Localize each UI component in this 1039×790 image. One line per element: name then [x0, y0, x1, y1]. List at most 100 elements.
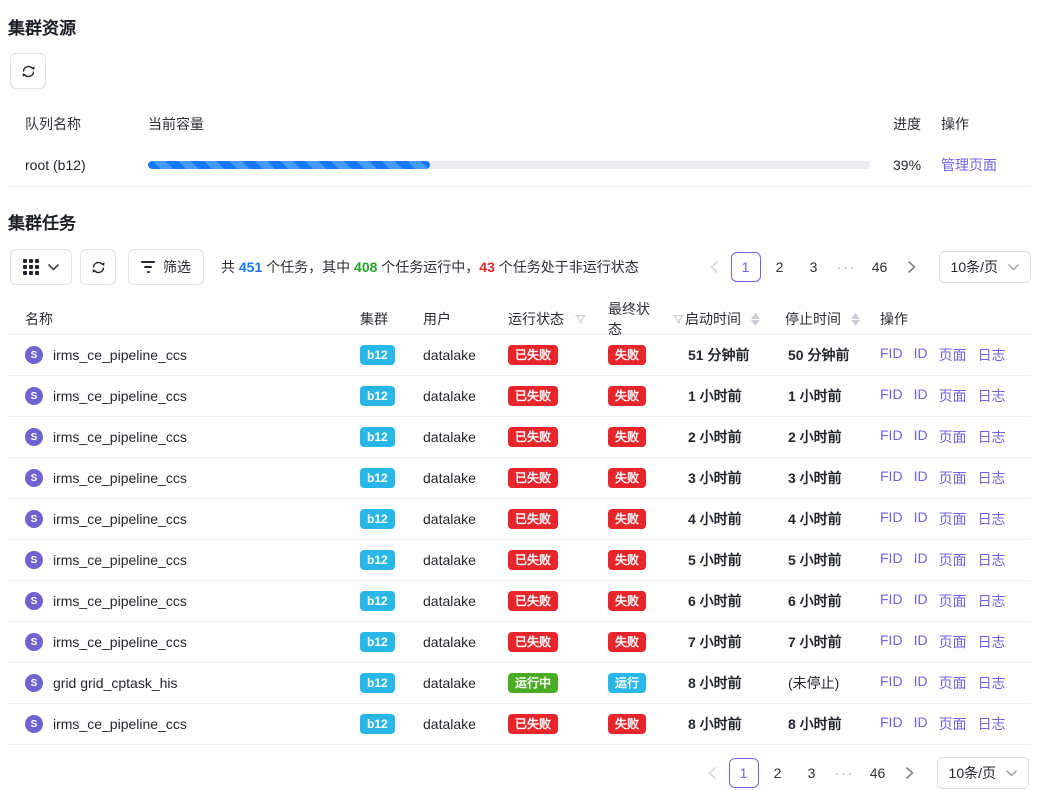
id-link[interactable]: ID — [914, 591, 928, 611]
log-link[interactable]: 日志 — [978, 550, 1006, 570]
fid-link[interactable]: FID — [880, 550, 903, 570]
log-link[interactable]: 日志 — [978, 673, 1006, 693]
run-status-badge: 已失败 — [508, 386, 558, 406]
filter-funnel-icon[interactable] — [574, 313, 587, 326]
log-link[interactable]: 日志 — [978, 468, 1006, 488]
run-status-badge: 已失败 — [508, 550, 558, 570]
id-link[interactable]: ID — [914, 714, 928, 734]
page-ellipsis[interactable]: ··· — [833, 259, 861, 275]
log-link[interactable]: 日志 — [978, 345, 1006, 365]
page-button-3[interactable]: 3 — [797, 758, 827, 788]
page-ellipsis[interactable]: ··· — [831, 765, 859, 781]
fid-link[interactable]: FID — [880, 345, 903, 365]
fid-link[interactable]: FID — [880, 591, 903, 611]
table-row: S irms_ce_pipeline_ccs b12 datalake 已失败 … — [8, 458, 1031, 499]
col-actions: 操作 — [941, 114, 1031, 134]
log-link[interactable]: 日志 — [978, 427, 1006, 447]
fid-link[interactable]: FID — [880, 386, 903, 406]
id-link[interactable]: ID — [914, 550, 928, 570]
final-status-badge: 失败 — [608, 386, 646, 406]
start-time: 3 小时前 — [685, 468, 785, 488]
fid-link[interactable]: FID — [880, 673, 903, 693]
row-actions: FID ID 页面 日志 — [880, 509, 1031, 529]
next-page-button[interactable] — [899, 252, 925, 282]
fid-link[interactable]: FID — [880, 509, 903, 529]
page-button-2[interactable]: 2 — [765, 252, 795, 282]
table-row: S irms_ce_pipeline_ccs b12 datalake 已失败 … — [8, 540, 1031, 581]
page-link[interactable]: 页面 — [939, 345, 967, 365]
fid-link[interactable]: FID — [880, 427, 903, 447]
final-status-badge: 失败 — [608, 550, 646, 570]
manage-page-link[interactable]: 管理页面 — [941, 157, 997, 173]
id-link[interactable]: ID — [914, 386, 928, 406]
sort-icon[interactable] — [851, 313, 860, 326]
next-page-button[interactable] — [897, 758, 923, 788]
id-link[interactable]: ID — [914, 427, 928, 447]
row-actions: FID ID 页面 日志 — [880, 386, 1031, 406]
fid-link[interactable]: FID — [880, 714, 903, 734]
page-button-46[interactable]: 46 — [865, 252, 895, 282]
sort-icon[interactable] — [751, 313, 760, 326]
page-size-select[interactable]: 10条/页 — [939, 251, 1031, 283]
id-link[interactable]: ID — [914, 468, 928, 488]
page-button-2[interactable]: 2 — [763, 758, 793, 788]
page-link[interactable]: 页面 — [939, 591, 967, 611]
col-start-time: 启动时间 — [685, 309, 741, 329]
log-link[interactable]: 日志 — [978, 386, 1006, 406]
page-link[interactable]: 页面 — [939, 468, 967, 488]
table-row: S irms_ce_pipeline_ccs b12 datalake 已失败 … — [8, 622, 1031, 663]
prev-page-button[interactable] — [701, 252, 727, 282]
pagination: 1 2 3 ··· 46 — [699, 758, 923, 788]
filter-funnel-icon[interactable] — [672, 313, 685, 326]
stop-time: 50 分钟前 — [785, 345, 880, 365]
fid-link[interactable]: FID — [880, 632, 903, 652]
start-time: 8 小时前 — [685, 673, 785, 693]
column-settings-button[interactable] — [10, 249, 72, 285]
page-link[interactable]: 页面 — [939, 550, 967, 570]
log-link[interactable]: 日志 — [978, 591, 1006, 611]
page-link[interactable]: 页面 — [939, 714, 967, 734]
running-tasks-count: 408 — [354, 259, 377, 275]
stop-time: 1 小时前 — [785, 386, 880, 406]
page-link[interactable]: 页面 — [939, 509, 967, 529]
id-link[interactable]: ID — [914, 632, 928, 652]
log-link[interactable]: 日志 — [978, 632, 1006, 652]
tasks-refresh-button[interactable] — [80, 249, 116, 285]
page-link[interactable]: 页面 — [939, 673, 967, 693]
page-link[interactable]: 页面 — [939, 427, 967, 447]
run-status-badge: 已失败 — [508, 632, 558, 652]
col-queue-name: 队列名称 — [25, 114, 148, 134]
final-status-badge: 失败 — [608, 345, 646, 365]
page-button-46[interactable]: 46 — [863, 758, 893, 788]
page-button-3[interactable]: 3 — [799, 252, 829, 282]
id-link[interactable]: ID — [914, 509, 928, 529]
start-time: 4 小时前 — [685, 509, 785, 529]
page-size-select[interactable]: 10条/页 — [937, 757, 1029, 789]
log-link[interactable]: 日志 — [978, 714, 1006, 734]
page-button-1[interactable]: 1 — [729, 758, 759, 788]
log-link[interactable]: 日志 — [978, 509, 1006, 529]
id-link[interactable]: ID — [914, 673, 928, 693]
tasks-table: 名称 集群 用户 运行状态 最终状态 启动时间 — [8, 299, 1031, 745]
prev-page-button[interactable] — [699, 758, 725, 788]
final-status-badge: 运行 — [608, 673, 646, 693]
progress-bar-fill — [148, 161, 430, 169]
page-link[interactable]: 页面 — [939, 386, 967, 406]
user-name: datalake — [423, 593, 508, 609]
page-link[interactable]: 页面 — [939, 632, 967, 652]
cluster-badge: b12 — [360, 673, 395, 693]
table-row: S irms_ce_pipeline_ccs b12 datalake 已失败 … — [8, 499, 1031, 540]
fid-link[interactable]: FID — [880, 468, 903, 488]
run-status-badge: 已失败 — [508, 345, 558, 365]
chevron-down-icon — [48, 264, 59, 271]
tasks-summary: 共 451 个任务，其中 408 个任务运行中，43 个任务处于非运行状态 — [221, 257, 639, 277]
id-link[interactable]: ID — [914, 345, 928, 365]
user-name: datalake — [423, 552, 508, 568]
resources-refresh-button[interactable] — [10, 53, 46, 89]
table-row: S irms_ce_pipeline_ccs b12 datalake 已失败 … — [8, 376, 1031, 417]
page-button-1[interactable]: 1 — [731, 252, 761, 282]
resources-table-header: 队列名称 当前容量 进度 操作 — [8, 105, 1031, 143]
filter-button[interactable]: 筛选 — [128, 249, 204, 285]
filter-button-label: 筛选 — [163, 257, 191, 277]
col-name: 名称 — [25, 309, 360, 329]
